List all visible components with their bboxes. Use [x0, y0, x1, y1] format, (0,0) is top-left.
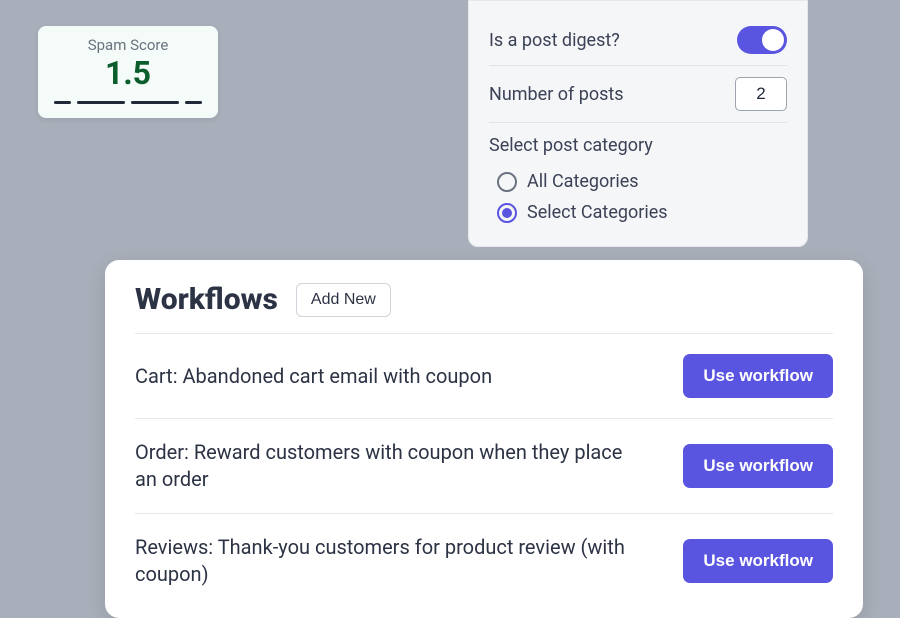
radio-select-label: Select Categories	[527, 202, 668, 223]
num-posts-label: Number of posts	[489, 84, 624, 105]
add-new-button[interactable]: Add New	[296, 283, 391, 317]
workflows-header: Workflows Add New	[135, 282, 833, 317]
workflow-desc: Order: Reward customers with coupon when…	[135, 439, 625, 493]
workflow-row: Order: Reward customers with coupon when…	[135, 418, 833, 513]
radio-select-categories[interactable]: Select Categories	[489, 197, 787, 228]
radio-icon	[497, 203, 517, 223]
workflows-card: Workflows Add New Cart: Abandoned cart e…	[105, 260, 863, 618]
radio-icon	[497, 172, 517, 192]
category-title: Select post category	[489, 135, 787, 156]
workflow-row: Cart: Abandoned cart email with coupon U…	[135, 333, 833, 418]
post-settings-panel: Is a post digest? Number of posts Select…	[468, 0, 808, 247]
workflow-desc: Reviews: Thank-you customers for product…	[135, 534, 625, 588]
radio-all-label: All Categories	[527, 171, 639, 192]
workflow-row: Reviews: Thank-you customers for product…	[135, 513, 833, 608]
spam-score-scale	[54, 101, 202, 104]
category-setting-block: Select post category All Categories Sele…	[489, 123, 787, 228]
workflows-title: Workflows	[135, 282, 278, 317]
digest-label: Is a post digest?	[489, 30, 620, 51]
use-workflow-button[interactable]: Use workflow	[683, 354, 833, 398]
num-posts-setting-row: Number of posts	[489, 66, 787, 123]
use-workflow-button[interactable]: Use workflow	[683, 539, 833, 583]
digest-toggle[interactable]	[737, 26, 787, 54]
spam-score-value: 1.5	[54, 56, 202, 91]
spam-score-label: Spam Score	[54, 36, 202, 54]
spam-score-card: Spam Score 1.5	[38, 26, 218, 118]
toggle-knob-icon	[762, 29, 784, 51]
radio-all-categories[interactable]: All Categories	[489, 166, 787, 197]
num-posts-input[interactable]	[735, 77, 787, 111]
workflow-desc: Cart: Abandoned cart email with coupon	[135, 363, 492, 390]
use-workflow-button[interactable]: Use workflow	[683, 444, 833, 488]
digest-setting-row: Is a post digest?	[489, 15, 787, 66]
